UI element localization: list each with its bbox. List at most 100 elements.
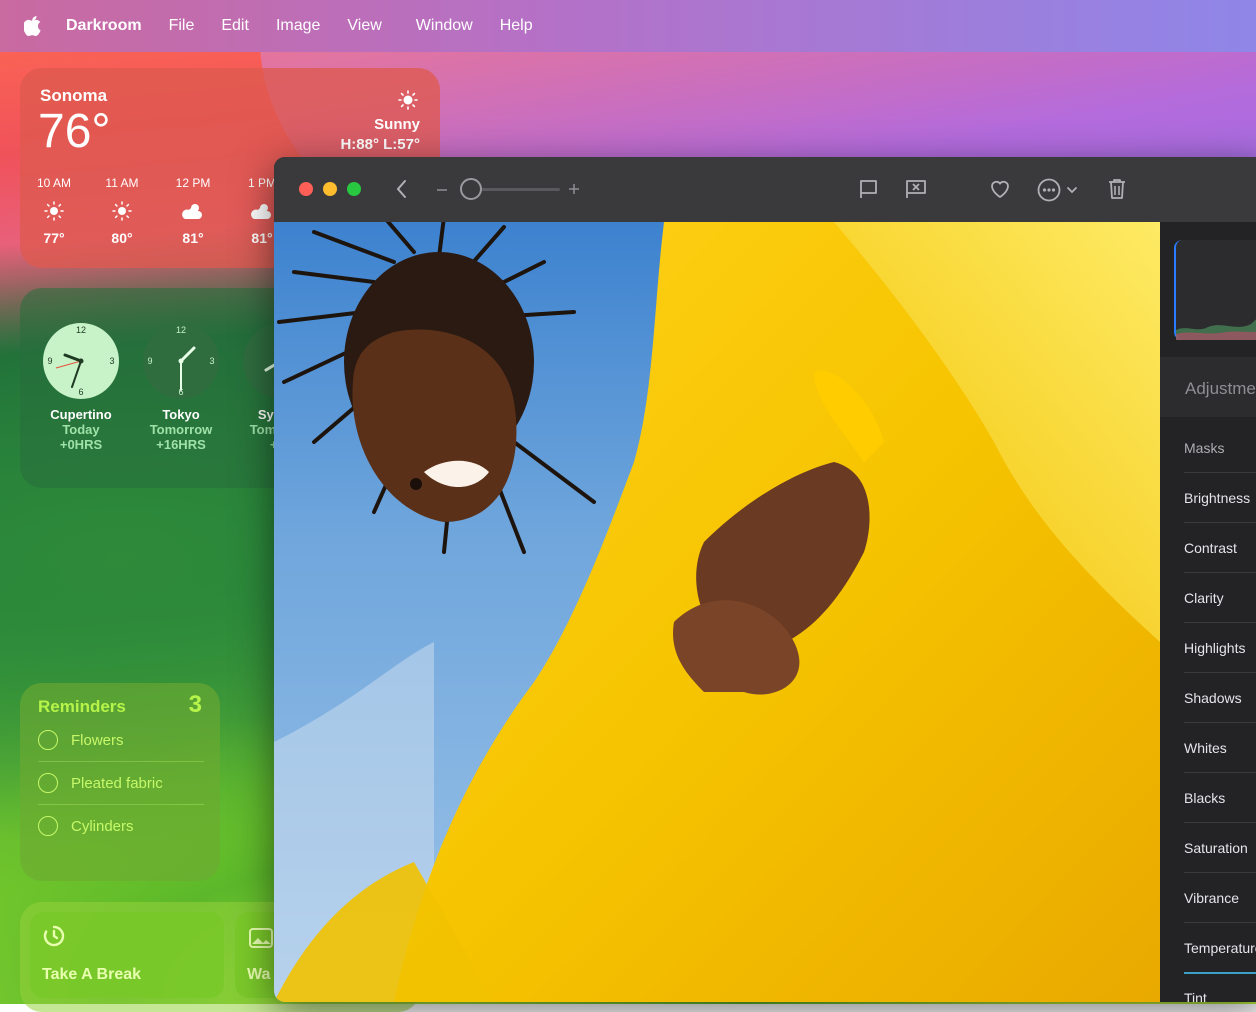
hour-time: 11 AM xyxy=(105,176,139,190)
zoom-button[interactable] xyxy=(347,182,361,196)
adjustment-row-temperature[interactable]: Temperature xyxy=(1184,923,1256,974)
adjustments-header[interactable]: Adjustments xyxy=(1160,357,1256,417)
menu-app-name[interactable]: Darkroom xyxy=(66,17,142,35)
adjustment-row-tint[interactable]: Tint xyxy=(1184,973,1256,1002)
menu-bar: Darkroom File Edit Image View Window Hel… xyxy=(0,0,1256,52)
adjustment-row-vibrance[interactable]: Vibrance xyxy=(1184,873,1256,923)
hourly-forecast-item: 10 AM 77° xyxy=(24,176,84,246)
adjustment-row-shadows[interactable]: Shadows xyxy=(1184,673,1256,723)
weather-high-low: H:88° L:57° xyxy=(340,136,420,153)
checkbox-circle-icon[interactable] xyxy=(38,816,58,836)
analog-clock-icon: 12369 xyxy=(143,323,219,399)
partly-cloudy-icon xyxy=(182,204,202,219)
adjustment-row-brightness[interactable]: Brightness xyxy=(1184,473,1256,523)
reminder-item[interactable]: Pleated fabric xyxy=(38,762,204,805)
checkbox-circle-icon[interactable] xyxy=(38,773,58,793)
adjustments-panel: Adjustments Masks Brightness Contrast Cl… xyxy=(1160,222,1256,1002)
shortcut-label: Wa xyxy=(247,966,271,983)
heart-icon[interactable] xyxy=(988,177,1012,201)
svg-text:6: 6 xyxy=(78,387,83,397)
menu-window[interactable]: Window xyxy=(416,17,473,35)
adjustment-label: Shadows xyxy=(1184,690,1242,706)
adjustment-row-contrast[interactable]: Contrast xyxy=(1184,523,1256,573)
weather-condition: Sunny xyxy=(374,116,420,133)
shortcut-label: Take A Break xyxy=(42,966,142,983)
menu-view[interactable]: View xyxy=(347,17,381,35)
back-icon[interactable] xyxy=(394,177,410,201)
menu-edit[interactable]: Edit xyxy=(221,17,249,35)
reject-icon[interactable] xyxy=(904,177,928,201)
histogram xyxy=(1174,240,1256,340)
menu-file[interactable]: File xyxy=(169,17,195,35)
apple-icon[interactable] xyxy=(24,16,42,36)
svg-text:12: 12 xyxy=(176,325,186,335)
adjustment-label: Vibrance xyxy=(1184,890,1240,906)
weather-city: Sonoma xyxy=(40,86,108,105)
reminders-widget[interactable]: Reminders 3 Flowers Pleated fabric Cylin… xyxy=(20,683,220,881)
sun-icon xyxy=(398,90,418,110)
clock-offset: +0HRS xyxy=(59,437,103,452)
reminder-item[interactable]: Cylinders xyxy=(38,805,204,847)
adjustment-label: Contrast xyxy=(1184,540,1237,556)
reminder-label: Pleated fabric xyxy=(71,774,163,792)
adjustment-label: Clarity xyxy=(1184,590,1224,606)
darkroom-window: Adjustments Masks Brightness Contrast Cl… xyxy=(274,157,1256,1002)
reminders-title: Reminders xyxy=(38,697,126,716)
flag-icon[interactable] xyxy=(858,177,880,201)
shortcut-tile[interactable]: Take A Break xyxy=(30,912,224,998)
adjustment-row-masks[interactable]: Masks xyxy=(1184,423,1256,473)
more-icon[interactable] xyxy=(1037,177,1081,203)
svg-text:3: 3 xyxy=(109,356,114,366)
adjustment-row-saturation[interactable]: Saturation xyxy=(1184,823,1256,873)
hour-time: 12 PM xyxy=(175,176,211,190)
hour-time: 10 AM xyxy=(36,176,72,190)
clock-city: Tokyo xyxy=(162,407,200,422)
photo-canvas[interactable] xyxy=(274,222,1160,1002)
zoom-out-icon[interactable] xyxy=(436,185,448,195)
adjustment-label: Saturation xyxy=(1184,840,1248,856)
clock-item: 12 3 6 9 Cupertino Today +0HRS xyxy=(31,322,131,452)
zoom-in-icon[interactable] xyxy=(568,183,580,195)
adjustment-label: Brightness xyxy=(1184,490,1251,506)
clock-item: 12 3 6 9 Tokyo Tomorrow +16HRS xyxy=(131,322,231,452)
hourly-forecast-item: 12 PM 81° xyxy=(163,176,223,246)
adjustment-row-blacks[interactable]: Blacks xyxy=(1184,773,1256,823)
clock-day: Tomorrow xyxy=(149,422,213,437)
reminders-count: 3 xyxy=(188,691,202,718)
svg-text:9: 9 xyxy=(47,356,52,366)
reminder-item[interactable]: Flowers xyxy=(38,719,204,762)
analog-clock-icon: 12 3 6 9 xyxy=(43,323,119,399)
menu-help[interactable]: Help xyxy=(500,17,533,35)
reminder-label: Flowers xyxy=(71,731,124,749)
adjustment-row-whites[interactable]: Whites xyxy=(1184,723,1256,773)
svg-text:12: 12 xyxy=(76,325,86,335)
photo-icon xyxy=(249,928,273,948)
hourly-forecast-item: 11 AM 80° xyxy=(92,176,152,246)
adjustment-row-highlights[interactable]: Highlights xyxy=(1184,623,1256,673)
sun-icon xyxy=(44,201,64,221)
reminder-label: Cylinders xyxy=(71,817,134,835)
minimize-button[interactable] xyxy=(323,182,337,196)
svg-text:9: 9 xyxy=(147,356,152,366)
weather-temperature: 76° xyxy=(38,105,111,158)
menu-image[interactable]: Image xyxy=(276,17,320,35)
adjustment-label: Masks xyxy=(1184,440,1225,456)
close-button[interactable] xyxy=(299,182,313,196)
hour-temp: 80° xyxy=(111,230,133,246)
hour-temp: 77° xyxy=(43,230,65,246)
clock-day: Today xyxy=(62,422,100,437)
window-toolbar xyxy=(274,157,1256,222)
clock-city: Cupertino xyxy=(50,407,112,422)
adjustment-row-clarity[interactable]: Clarity xyxy=(1184,573,1256,623)
trash-icon[interactable] xyxy=(1106,177,1128,201)
clock-offset: +16HRS xyxy=(156,437,206,452)
adjustment-label: Tint xyxy=(1184,990,1207,1002)
sun-icon xyxy=(112,201,132,221)
adjustment-label: Highlights xyxy=(1184,640,1246,656)
adjustments-title: Adjustments xyxy=(1185,379,1256,398)
zoom-slider-knob[interactable] xyxy=(460,178,482,200)
photo-image xyxy=(274,222,1160,1002)
adjustment-label: Temperature xyxy=(1184,940,1256,956)
partly-cloudy-icon xyxy=(251,204,271,219)
checkbox-circle-icon[interactable] xyxy=(38,730,58,750)
